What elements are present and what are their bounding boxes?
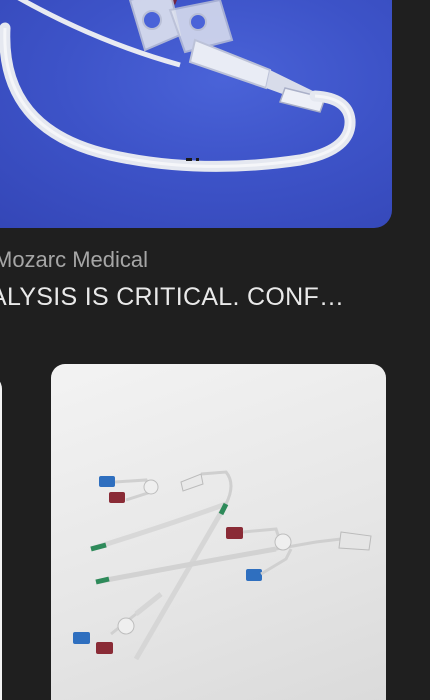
catheter-product-photo-icon bbox=[73, 470, 372, 661]
article-source[interactable]: Mozarc Medical bbox=[0, 247, 148, 273]
article-card-left-partial[interactable] bbox=[0, 375, 2, 700]
article-image-bottom[interactable] bbox=[51, 364, 386, 700]
news-feed: Mozarc Medical ALYSIS IS CRITICAL. CONF… bbox=[0, 0, 430, 700]
catheter-photo-icon bbox=[0, 0, 356, 172]
article-image-top[interactable] bbox=[0, 0, 392, 228]
article-headline[interactable]: ALYSIS IS CRITICAL. CONF… bbox=[0, 283, 344, 312]
